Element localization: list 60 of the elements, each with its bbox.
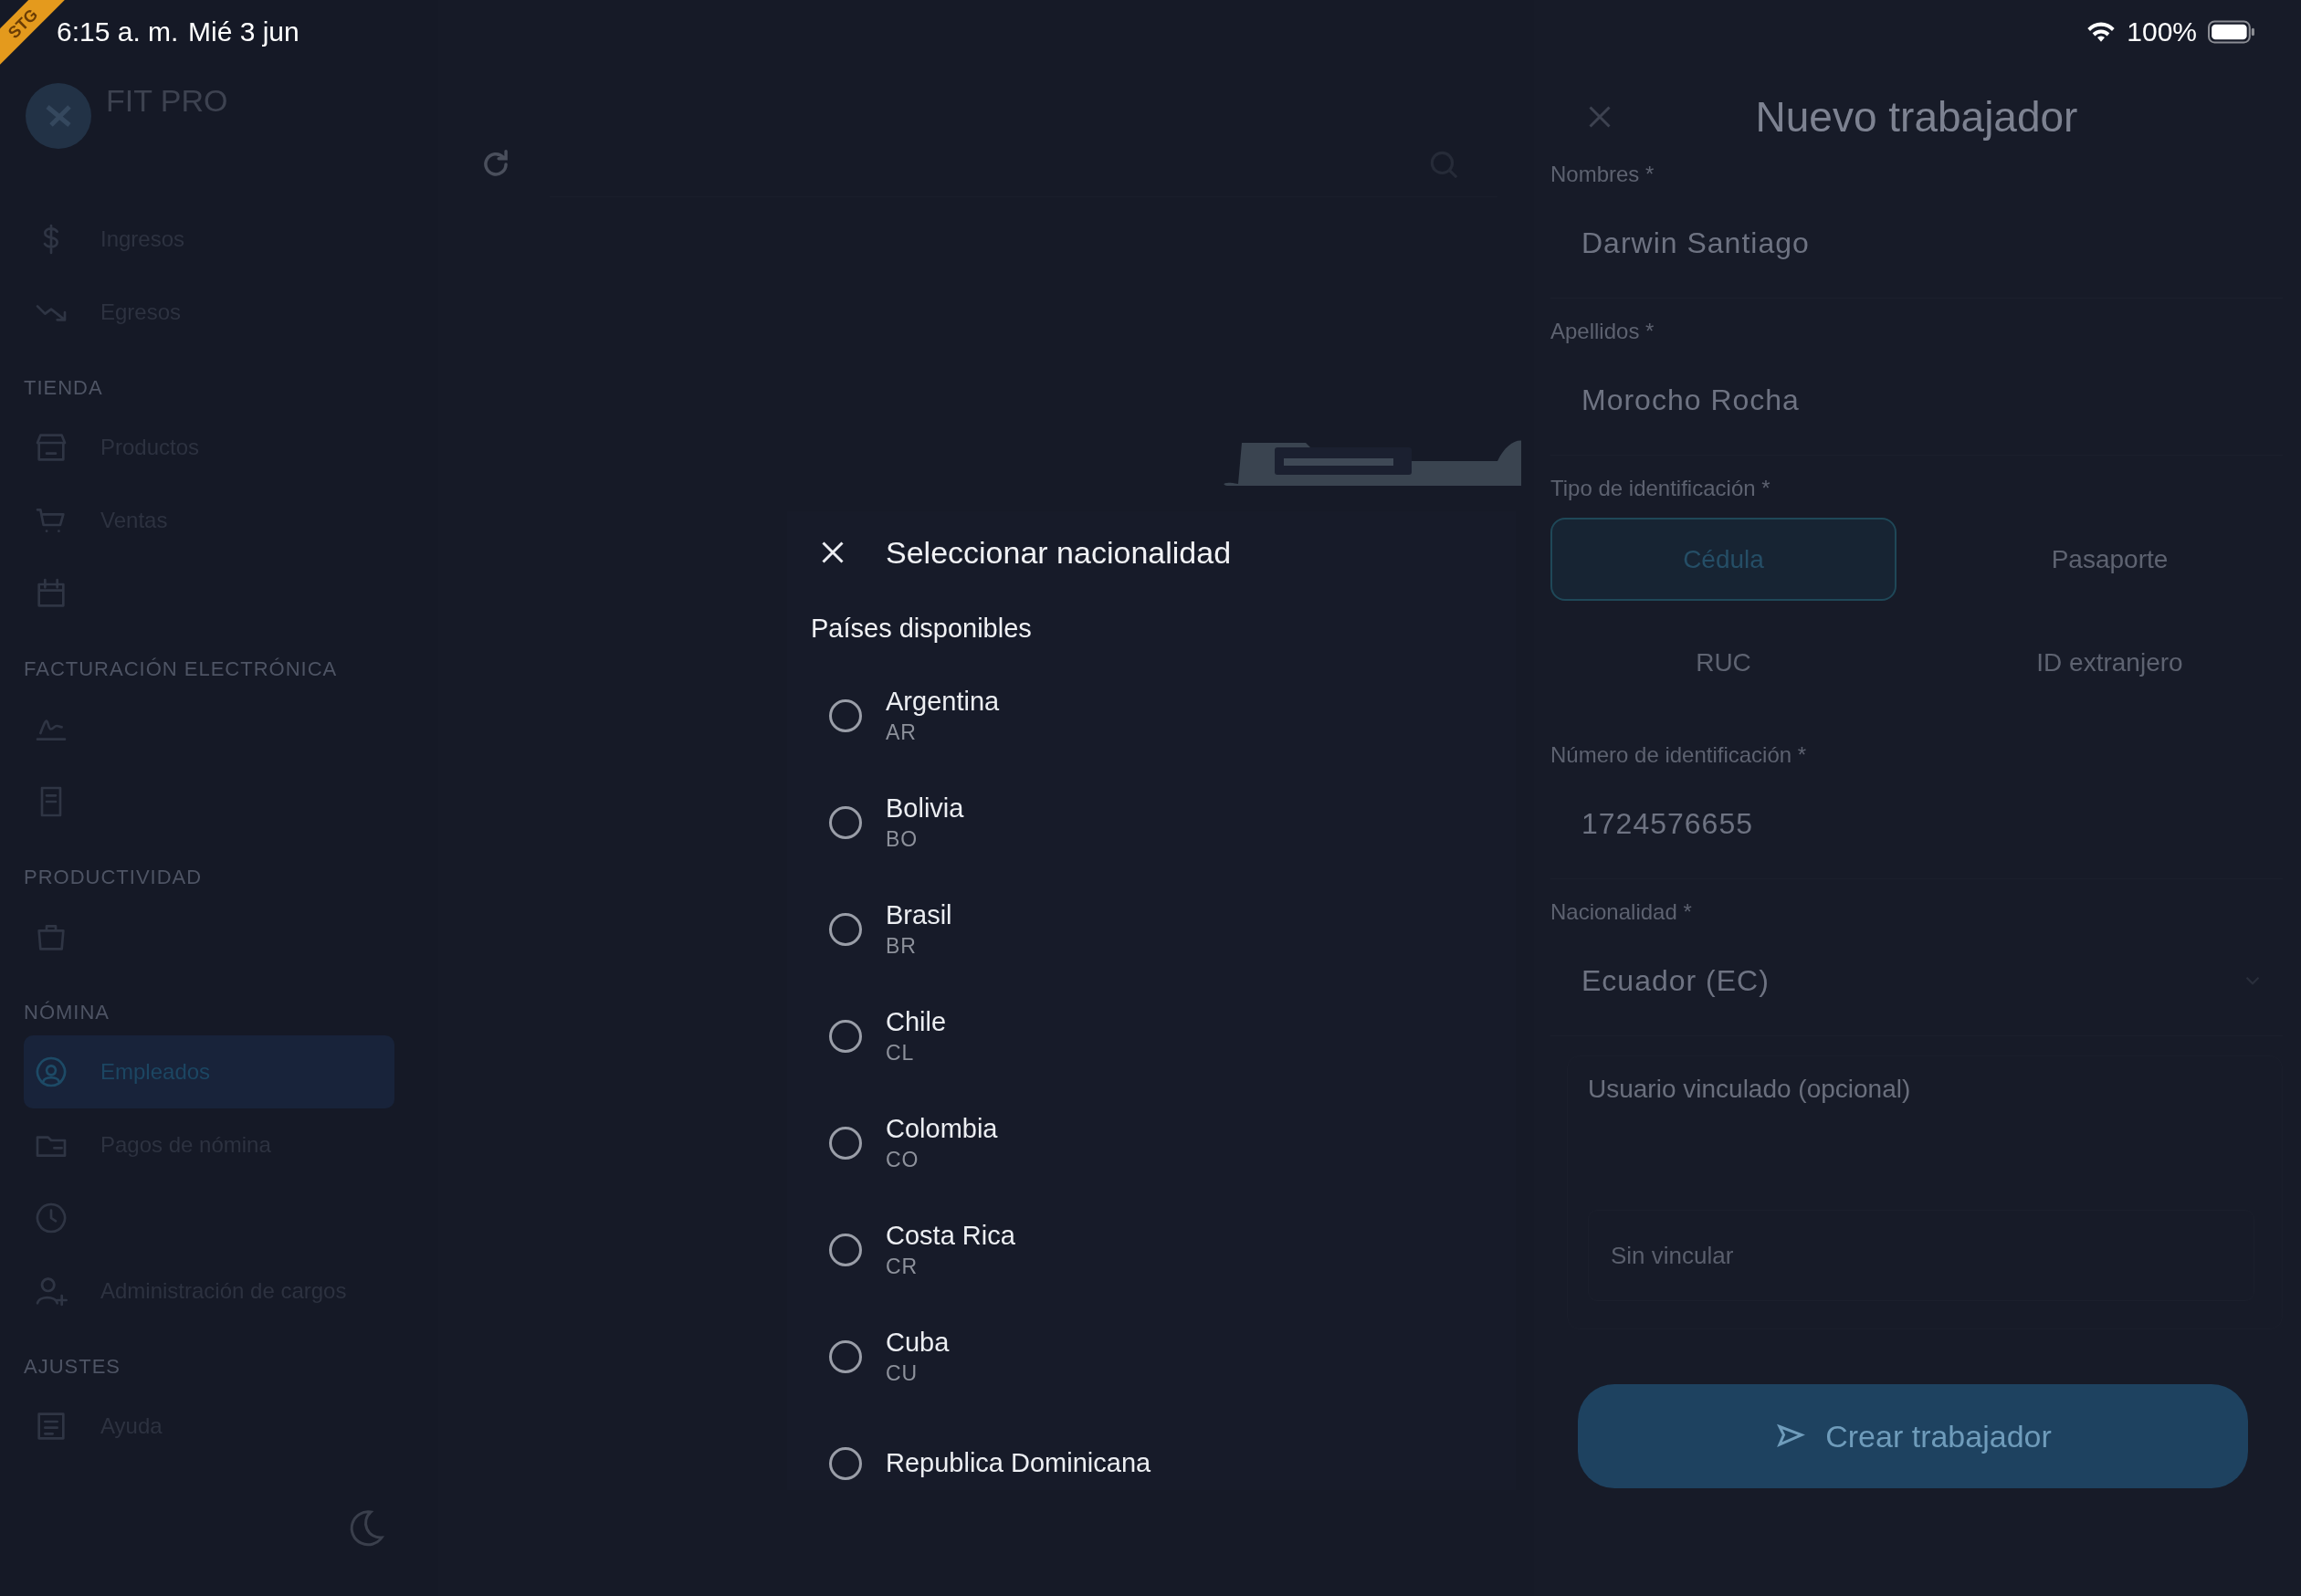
status-date: Mié 3 jun: [188, 16, 299, 47]
linked-user-field[interactable]: Sin vincular: [1588, 1210, 2254, 1301]
country-name: Bolivia: [886, 793, 964, 824]
field-label: Número de identificación *: [1550, 741, 1808, 769]
section-heading: FACTURACIÓN ELECTRÓNICA: [24, 656, 339, 682]
country-option[interactable]: Cuba CU: [787, 1303, 1516, 1410]
card-title: Usuario vinculado (opcional): [1588, 1075, 1912, 1104]
radio-button[interactable]: [829, 698, 862, 732]
section-heading: Países disponibles: [811, 614, 1033, 644]
section-heading: PRODUCTIVIDAD: [24, 865, 204, 890]
country-code: CL: [886, 1040, 916, 1066]
section-heading: AJUSTES: [24, 1354, 122, 1380]
country-option[interactable]: Argentina AR: [787, 662, 1516, 769]
section-heading: TIENDA: [24, 375, 104, 401]
field-label: Tipo de identificación *: [1550, 475, 1771, 502]
country-option[interactable]: Republica Dominicana: [787, 1410, 1516, 1490]
field-label: Nombres *: [1550, 161, 1655, 188]
field-label: Nacionalidad *: [1550, 898, 1693, 926]
battery-percent: 100%: [2127, 16, 2197, 47]
battery-icon: [2208, 20, 2255, 44]
country-code: CU: [886, 1360, 919, 1386]
country-name: Colombia: [886, 1113, 998, 1144]
country-code: BR: [886, 933, 918, 959]
country-option[interactable]: Colombia CO: [787, 1089, 1516, 1196]
country-code: BO: [886, 826, 919, 852]
dropdown-field[interactable]: Ecuador (EC): [1550, 926, 2283, 1036]
radio-button[interactable]: [829, 1446, 862, 1480]
country-code: CO: [886, 1147, 920, 1172]
country-option[interactable]: Costa Rica CR: [787, 1196, 1516, 1303]
country-code: CR: [886, 1254, 919, 1279]
section-heading: NÓMINA: [24, 1000, 110, 1025]
country-name: Brasil: [886, 899, 952, 930]
segment-option[interactable]: RUC: [1550, 621, 1896, 704]
logo-icon: [26, 83, 91, 149]
text-field[interactable]: 1724576655: [1550, 769, 2283, 879]
segment-option[interactable]: ID extranjero: [1937, 621, 2283, 704]
country-option[interactable]: Brasil BR: [787, 876, 1516, 982]
text-field[interactable]: Darwin Santiago: [1550, 188, 2283, 299]
country-name: Costa Rica: [886, 1220, 1015, 1251]
segment-option[interactable]: Pasaporte: [1937, 518, 2283, 601]
create-worker-button[interactable]: Crear trabajador: [1578, 1384, 2248, 1488]
radio-button[interactable]: [829, 1126, 862, 1160]
country-code: AR: [886, 719, 918, 745]
country-option[interactable]: Bolivia BO: [787, 769, 1516, 876]
radio-button[interactable]: [829, 805, 862, 839]
country-name: Cuba: [886, 1327, 950, 1358]
country-option[interactable]: Chile CL: [787, 982, 1516, 1089]
wifi-icon: [2086, 21, 2117, 43]
country-name: Republica Dominicana: [886, 1448, 1151, 1478]
country-name: Chile: [886, 1006, 947, 1037]
radio-button[interactable]: [829, 1233, 862, 1266]
country-name: Argentina: [886, 686, 1000, 717]
status-time: 6:15 a. m.: [57, 16, 179, 47]
field-label: Apellidos *: [1550, 318, 1655, 345]
radio-button[interactable]: [829, 1019, 862, 1053]
radio-button[interactable]: [829, 1339, 862, 1373]
panel-title: Nuevo trabajador: [1754, 92, 2079, 142]
radio-button[interactable]: [829, 912, 862, 946]
text-field[interactable]: Morocho Rocha: [1550, 345, 2283, 456]
sheet-title: Seleccionar nacionalidad: [886, 534, 1232, 571]
